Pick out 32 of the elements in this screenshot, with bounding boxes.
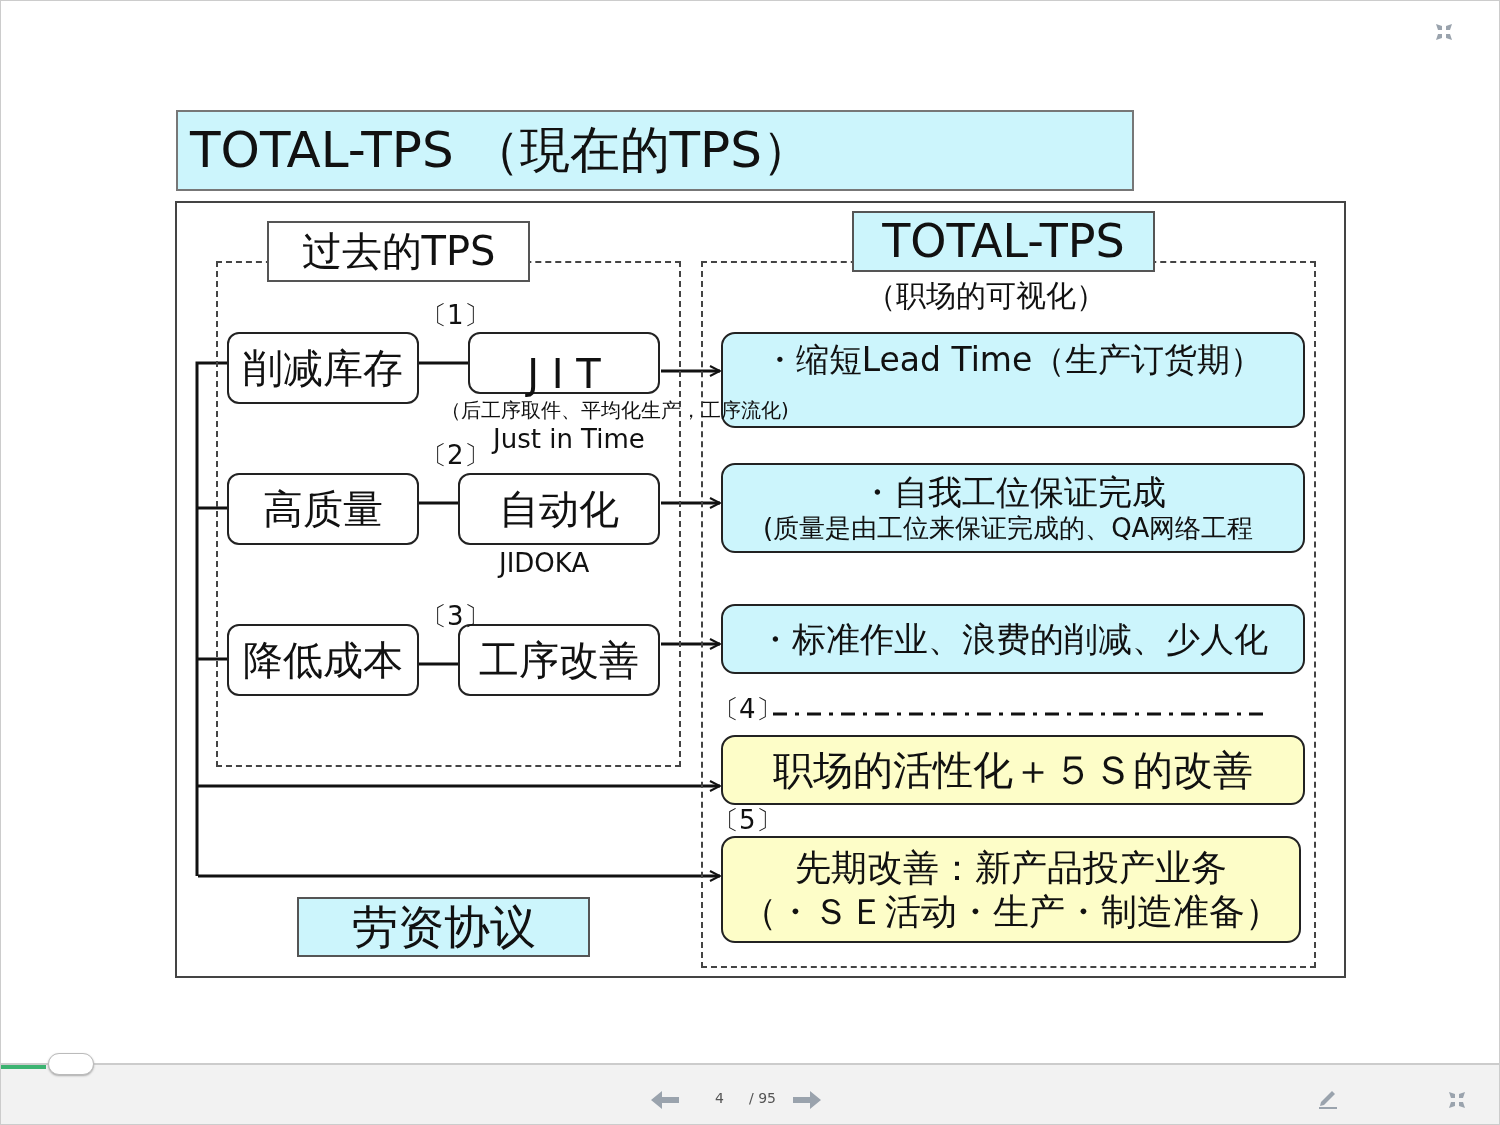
section-subtitle: （职场的可视化） [865,279,1107,315]
step-number: 〔1〕 [421,301,490,330]
goal-node: 降低成本 [227,624,419,696]
result-text: 先期改善：新产品投产业务 [795,846,1227,890]
page-number: 4 [715,1089,724,1108]
step-number: 〔5〕 [713,806,782,835]
section-label: TOTAL-TPS [852,211,1155,272]
result-text: ・缩短Lead Time（生产订货期） [762,339,1264,380]
connector-arrow [661,365,721,377]
method-node: 工序改善 [458,624,660,696]
step-number: 〔2〕 [421,441,490,470]
connector-arrow [661,638,721,650]
connector-line [419,361,469,365]
result-text: (质量是由工位来保证完成的、QA网络工程 [762,512,1254,544]
method-caption: JIDOKA [499,549,590,578]
agreement-label: 劳资协议 [297,897,590,957]
connector-line [419,662,459,666]
result-text: （・ＳＥ活动・生产・制造准备） [741,889,1281,933]
goal-node: 削减库存 [227,332,419,404]
page-total: / 95 [749,1089,776,1108]
step-number: 〔4〕 [713,695,782,724]
section-label: 过去的TPS [267,221,530,282]
goal-node: 高质量 [227,473,419,545]
slide-title: TOTAL-TPS （現在的TPS） [176,110,1134,191]
result-text: 职场的活性化＋５Ｓ的改善 [773,746,1253,794]
result-text: ・标准作业、浪费的削减、少人化 [758,618,1268,660]
connector-line [419,501,459,505]
connector-arrow [661,497,721,509]
progress-handle[interactable] [48,1053,94,1075]
method-node: 自动化 [458,473,660,545]
result-text: ・自我工位保证完成 [860,472,1166,513]
method-caption: Just in Time [493,425,645,454]
